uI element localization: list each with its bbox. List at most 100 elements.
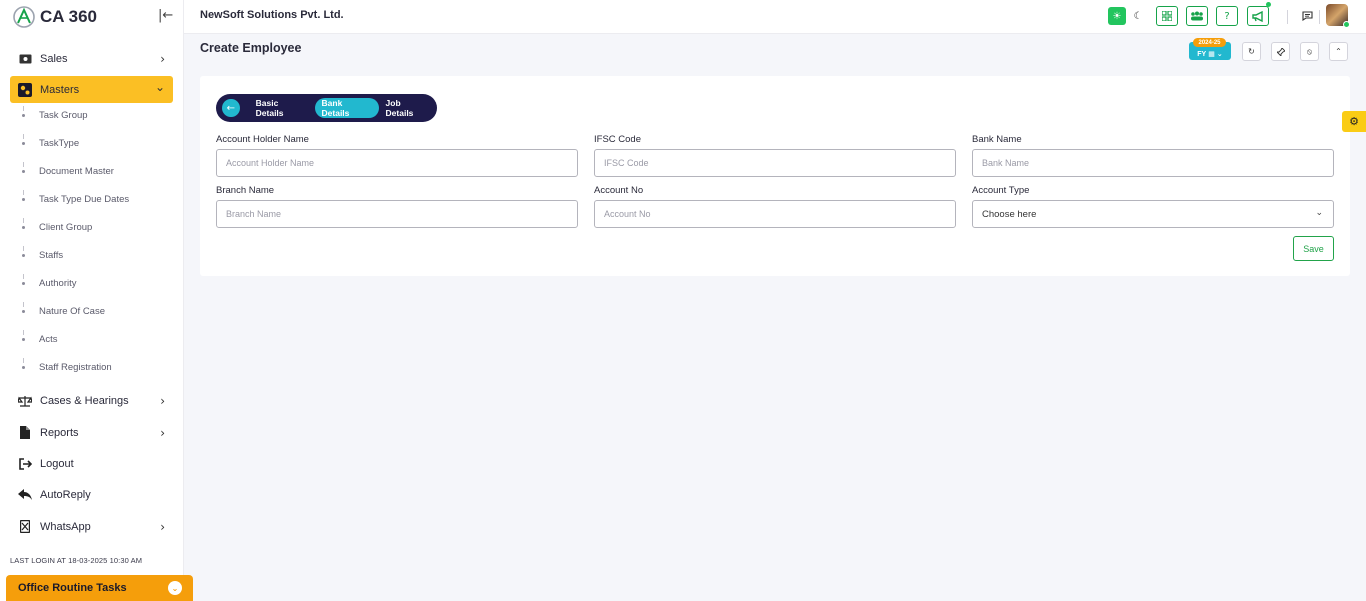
tree-line bbox=[23, 106, 24, 111]
notification-dot bbox=[1266, 2, 1271, 7]
scale-icon bbox=[18, 394, 32, 408]
chat-icon[interactable] bbox=[1298, 7, 1316, 25]
reply-icon bbox=[18, 488, 32, 502]
chevron-right-icon: › bbox=[160, 393, 165, 408]
submenu-item-nature-of-case[interactable]: Nature Of Case bbox=[39, 306, 105, 317]
refresh-icon[interactable]: ↻ bbox=[1242, 42, 1261, 61]
apps-grid-icon[interactable] bbox=[1156, 6, 1178, 26]
fiscal-year-badge: 2024-25 bbox=[1193, 38, 1226, 47]
submenu-item-authority[interactable]: Authority bbox=[39, 278, 77, 289]
sidebar-item-label: Logout bbox=[40, 457, 74, 470]
branch-name-input[interactable] bbox=[216, 200, 578, 228]
step-bank-details[interactable]: Bank Details bbox=[314, 98, 379, 118]
sidebar-item-masters[interactable]: Masters ⌄ bbox=[10, 76, 173, 103]
logo-icon bbox=[12, 5, 36, 29]
tree-line bbox=[23, 246, 24, 251]
account-no-label: Account No bbox=[594, 185, 644, 196]
sidebar-item-label: AutoReply bbox=[40, 488, 91, 501]
routine-tasks-label: Office Routine Tasks bbox=[18, 582, 127, 594]
tree-dot bbox=[22, 282, 25, 285]
office-routine-tasks-bar[interactable]: Office Routine Tasks ⌄ bbox=[6, 575, 193, 601]
chevron-right-icon: › bbox=[160, 425, 165, 440]
account-holder-label: Account Holder Name bbox=[216, 134, 309, 145]
logo-text: CA 360 bbox=[40, 7, 98, 26]
tree-line bbox=[23, 190, 24, 195]
submenu-item-staff-registration[interactable]: Staff Registration bbox=[39, 362, 112, 373]
ifsc-code-label: IFSC Code bbox=[594, 134, 641, 145]
tree-dot bbox=[22, 254, 25, 257]
light-mode-icon[interactable]: ☀ bbox=[1108, 7, 1126, 25]
tree-line bbox=[23, 218, 24, 223]
sidebar-item-logout[interactable]: Logout bbox=[10, 450, 173, 477]
account-holder-input[interactable] bbox=[216, 149, 578, 177]
last-login-text: LAST LOGIN AT 18-03-2025 10:30 AM bbox=[10, 556, 143, 565]
back-arrow-icon[interactable]: ← bbox=[222, 99, 240, 117]
sidebar-item-label: Cases & Hearings bbox=[40, 394, 129, 407]
tree-dot bbox=[22, 198, 25, 201]
chevron-down-icon: ⌄ bbox=[1315, 208, 1323, 218]
tree-dot bbox=[22, 366, 25, 369]
help-icon[interactable]: ? bbox=[1216, 6, 1238, 26]
divider bbox=[1319, 10, 1320, 24]
chevron-right-icon: › bbox=[160, 51, 165, 66]
tree-dot bbox=[22, 226, 25, 229]
step-basic-details[interactable]: Basic Details bbox=[249, 98, 315, 118]
chevron-down-icon[interactable]: ⌄ bbox=[168, 581, 182, 595]
tree-line bbox=[23, 358, 24, 363]
account-no-input[interactable] bbox=[594, 200, 956, 228]
sidebar-item-label: WhatsApp bbox=[40, 520, 91, 533]
page-title: Create Employee bbox=[200, 41, 302, 55]
account-type-select[interactable]: Choose here ⌄ bbox=[972, 200, 1334, 228]
step-job-details[interactable]: Job Details bbox=[379, 98, 437, 118]
tree-line bbox=[23, 302, 24, 307]
submenu-item-client-group[interactable]: Client Group bbox=[39, 222, 92, 233]
collapse-up-icon[interactable]: ⌃ bbox=[1329, 42, 1348, 61]
save-button[interactable]: Save bbox=[1293, 236, 1334, 261]
logout-icon bbox=[18, 457, 32, 471]
chevron-down-icon: ⌄ bbox=[1216, 51, 1223, 58]
tree-dot bbox=[22, 338, 25, 341]
submenu-item-staffs[interactable]: Staffs bbox=[39, 250, 63, 261]
bank-name-label: Bank Name bbox=[972, 134, 1022, 145]
submenu-item-acts[interactable]: Acts bbox=[39, 334, 57, 345]
tree-line bbox=[23, 162, 24, 167]
tree-dot bbox=[22, 170, 25, 173]
fy-label: FY bbox=[1197, 51, 1207, 58]
form-stepper: ← Basic Details Bank Details Job Details bbox=[216, 94, 437, 122]
account-type-label: Account Type bbox=[972, 185, 1030, 196]
tree-line bbox=[23, 330, 24, 335]
chevron-down-icon: ⌄ bbox=[154, 79, 165, 94]
users-group-icon[interactable] bbox=[1186, 6, 1208, 26]
branch-name-label: Branch Name bbox=[216, 185, 275, 196]
chevron-right-icon: › bbox=[160, 519, 165, 534]
gears-icon bbox=[18, 82, 32, 97]
submenu-item-task-type-due-dates[interactable]: Task Type Due Dates bbox=[39, 194, 129, 205]
tree-dot bbox=[22, 310, 25, 313]
submenu-item-document-master[interactable]: Document Master bbox=[39, 166, 114, 177]
sidebar-item-cases-hearings[interactable]: Cases & Hearings › bbox=[10, 387, 173, 414]
sidebar-item-label: Reports bbox=[40, 426, 79, 439]
tree-dot bbox=[22, 142, 25, 145]
sidebar-item-label: Sales bbox=[40, 52, 68, 65]
file-icon bbox=[18, 426, 32, 440]
sidebar-item-whatsapp[interactable]: WhatsApp › bbox=[10, 513, 173, 540]
whatsapp-icon bbox=[18, 520, 32, 534]
settings-gear-icon[interactable]: ⚙ bbox=[1342, 111, 1366, 132]
divider bbox=[1287, 10, 1288, 24]
online-status-dot bbox=[1343, 21, 1350, 28]
bank-name-input[interactable] bbox=[972, 149, 1334, 177]
money-icon bbox=[18, 52, 32, 66]
sidebar-item-sales[interactable]: Sales › bbox=[10, 45, 173, 72]
submenu-item-tasktype[interactable]: TaskType bbox=[39, 138, 79, 149]
ifsc-code-input[interactable] bbox=[594, 149, 956, 177]
dark-mode-icon[interactable]: ☾ bbox=[1129, 7, 1147, 25]
app-logo[interactable]: CA 360 bbox=[12, 3, 97, 31]
submenu-item-task-group[interactable]: Task Group bbox=[39, 110, 88, 121]
announcement-icon[interactable] bbox=[1247, 6, 1269, 26]
sidebar-item-reports[interactable]: Reports › bbox=[10, 419, 173, 446]
collapse-sidebar-icon[interactable]: |← bbox=[158, 8, 173, 23]
sidebar-item-autoreply[interactable]: AutoReply bbox=[10, 481, 173, 508]
pin-icon[interactable] bbox=[1271, 42, 1290, 61]
tree-line bbox=[23, 274, 24, 279]
reset-filter-icon[interactable]: ⦸ bbox=[1300, 42, 1319, 61]
